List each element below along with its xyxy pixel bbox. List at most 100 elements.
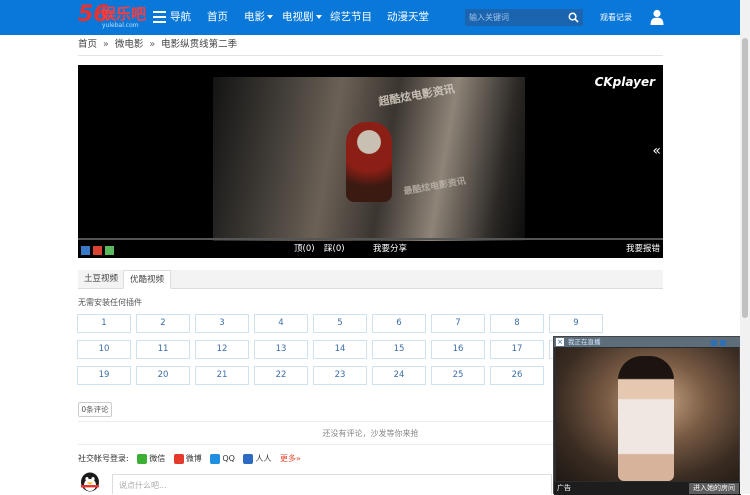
social-login-label: 社交帐号登录: — [78, 454, 129, 463]
ad-footer: 广告 进入她的房间 — [554, 482, 741, 495]
top-navbar: 56 娱乐吧 yulebal.com 导航 首页 电影 电视剧 综艺节目 动漫天… — [0, 0, 750, 35]
episode-button[interactable]: 19 — [77, 366, 131, 385]
search-icon[interactable] — [568, 12, 579, 23]
episode-button[interactable]: 6 — [372, 314, 426, 333]
ad-person — [618, 356, 674, 481]
episode-button[interactable]: 13 — [254, 340, 308, 359]
episode-button[interactable]: 20 — [136, 366, 190, 385]
social-item-renren[interactable]: 人人 — [255, 454, 271, 463]
social-more-link[interactable]: 更多» — [280, 454, 301, 463]
comment-count-badge: 0条评论 — [78, 402, 112, 417]
wechat-icon[interactable] — [137, 453, 148, 464]
weibo-icon[interactable] — [93, 246, 102, 255]
episode-button[interactable]: 12 — [195, 340, 249, 359]
episode-button[interactable]: 9 — [549, 314, 603, 333]
ad-label: 广告 — [557, 484, 571, 492]
chevron-down-icon — [267, 15, 273, 19]
episode-button[interactable]: 2 — [136, 314, 190, 333]
episode-button[interactable]: 7 — [431, 314, 485, 333]
enter-room-button[interactable]: 进入她的房间 — [689, 483, 739, 494]
watch-history-link[interactable]: 观看记录 — [600, 0, 632, 35]
ad-live-label: 我正在直播 — [568, 338, 601, 346]
maximize-icon[interactable] — [720, 340, 726, 346]
episode-button[interactable]: 10 — [77, 340, 131, 359]
episode-button[interactable]: 26 — [490, 366, 544, 385]
menu-icon[interactable] — [153, 11, 166, 23]
ad-window-controls — [708, 339, 738, 346]
nav-item-anime[interactable]: 动漫天堂 — [387, 0, 429, 35]
nav-menu[interactable]: 导航 — [170, 0, 191, 35]
scrollbar-thumb[interactable] — [742, 38, 748, 318]
ad-image[interactable] — [556, 348, 739, 481]
nav-item-tv[interactable]: 电视剧 — [282, 0, 322, 35]
breadcrumb-category[interactable]: 微电影 — [115, 39, 144, 50]
chevron-left-icon[interactable]: « — [652, 143, 661, 159]
downvote-button[interactable]: 踩(0) — [324, 241, 345, 258]
share-button[interactable]: 我要分享 — [373, 241, 407, 258]
renren-icon[interactable] — [105, 246, 114, 255]
logo-text: 娱乐吧 — [101, 5, 147, 23]
video-subtitle-overlay: 最酷炫电影资讯 — [402, 176, 467, 198]
weibo-icon[interactable] — [173, 453, 184, 464]
ad-header: × 我正在直播 — [554, 337, 741, 347]
episode-button[interactable]: 16 — [431, 340, 485, 359]
upvote-button[interactable]: 顶(0) — [294, 241, 315, 258]
breadcrumb-separator: » — [103, 39, 109, 50]
nav-item-tv-label: 电视剧 — [282, 11, 314, 23]
social-item-qq[interactable]: QQ — [222, 454, 235, 463]
plugin-note: 无需安装任何插件 — [78, 298, 142, 307]
episode-button[interactable]: 22 — [254, 366, 308, 385]
qq-icon[interactable] — [210, 453, 221, 464]
nav-item-home[interactable]: 首页 — [207, 0, 228, 35]
episode-button[interactable]: 5 — [313, 314, 367, 333]
nav-item-variety[interactable]: 综艺节目 — [330, 0, 372, 35]
logo-subtext: yulebal.com — [102, 22, 139, 29]
player-controls: 顶(0) 踩(0) 我要分享 我要报错 — [78, 241, 663, 258]
report-button[interactable]: 我要报错 — [626, 241, 660, 258]
share-icons — [81, 245, 117, 262]
nav-item-movies[interactable]: 电影 — [244, 0, 273, 35]
site-logo[interactable]: 56 娱乐吧 yulebal.com — [78, 2, 148, 32]
video-player[interactable]: 超酷炫电影资讯 最酷炫电影资讯 CKplayer « 顶(0) 踩(0) 我要分… — [78, 65, 663, 258]
comment-input[interactable]: 说点什么吧... — [112, 474, 552, 494]
video-frame[interactable]: 超酷炫电影资讯 最酷炫电影资讯 — [213, 77, 525, 242]
breadcrumb-home[interactable]: 首页 — [78, 39, 97, 50]
avatar — [81, 472, 99, 492]
video-title-overlay: 超酷炫电影资讯 — [377, 82, 456, 109]
renren-icon[interactable] — [243, 453, 254, 464]
video-figure — [346, 122, 392, 202]
episode-button[interactable]: 14 — [313, 340, 367, 359]
episode-button[interactable]: 15 — [372, 340, 426, 359]
tab-youku[interactable]: 优酷视频 — [123, 270, 172, 289]
episode-button[interactable]: 24 — [372, 366, 426, 385]
search-input[interactable] — [465, 9, 565, 26]
close-icon[interactable]: × — [556, 338, 564, 346]
episode-button[interactable]: 23 — [313, 366, 367, 385]
social-item-weibo[interactable]: 微博 — [186, 454, 202, 463]
episode-button[interactable]: 25 — [431, 366, 485, 385]
episode-button[interactable]: 1 — [77, 314, 131, 333]
episode-button[interactable]: 21 — [195, 366, 249, 385]
breadcrumb-separator: » — [149, 39, 156, 50]
social-item-wechat[interactable]: 微信 — [149, 454, 165, 463]
progress-bar[interactable] — [78, 238, 663, 240]
breadcrumb: 首页 » 微电影 » 电影纵贯线第二季 — [78, 37, 237, 53]
player-brand: CKplayer — [594, 75, 655, 89]
episode-button[interactable]: 3 — [195, 314, 249, 333]
chevron-down-icon — [315, 15, 322, 19]
floating-ad[interactable]: × 我正在直播 广告 进入她的房间 — [553, 336, 741, 495]
social-login-bar: 社交帐号登录: 微信 微博 QQ 人人 更多» — [78, 453, 301, 464]
episode-button[interactable]: 8 — [490, 314, 544, 333]
divider — [78, 55, 663, 56]
nav-item-movies-label: 电影 — [244, 11, 265, 23]
episode-button[interactable]: 17 — [490, 340, 544, 359]
user-icon[interactable] — [650, 9, 664, 25]
source-tabs: 土豆视频 优酷视频 — [78, 270, 663, 289]
episode-button[interactable]: 11 — [136, 340, 190, 359]
search-box — [465, 9, 583, 26]
episode-button[interactable]: 4 — [254, 314, 308, 333]
minimize-icon[interactable] — [711, 340, 717, 346]
breadcrumb-current: 电影纵贯线第二季 — [161, 39, 238, 50]
tab-tudou[interactable]: 土豆视频 — [78, 270, 124, 289]
qzone-icon[interactable] — [81, 246, 90, 255]
